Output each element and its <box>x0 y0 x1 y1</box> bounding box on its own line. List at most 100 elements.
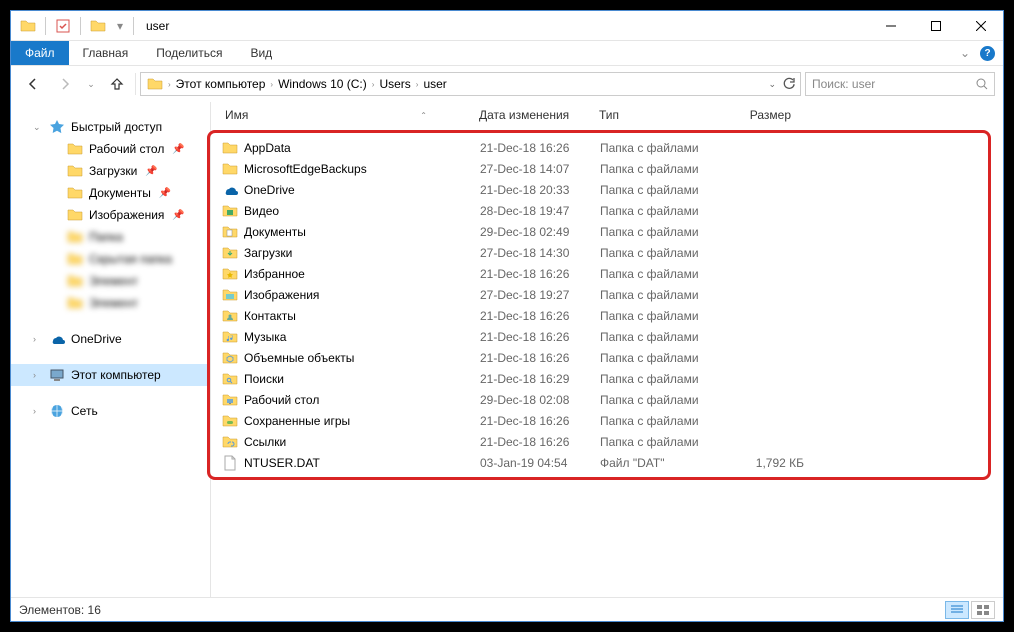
file-row[interactable]: Ссылки21-Dec-18 16:26Папка с файлами <box>210 431 988 452</box>
properties-qat-button[interactable] <box>52 15 74 37</box>
chevron-down-icon[interactable]: ⌄ <box>33 122 41 133</box>
refresh-button[interactable] <box>782 77 796 91</box>
crumb-user[interactable]: user <box>419 73 450 95</box>
recent-locations-button[interactable]: ⌄ <box>83 70 99 98</box>
links-icon <box>222 434 238 450</box>
sidebar-item-label: Документы <box>89 186 151 200</box>
file-type: Папка с файлами <box>600 141 724 155</box>
folder-icon <box>67 295 83 311</box>
file-date: 21-Dec-18 16:26 <box>480 414 600 428</box>
file-type: Папка с файлами <box>600 414 724 428</box>
file-row[interactable]: Рабочий стол29-Dec-18 02:08Папка с файла… <box>210 389 988 410</box>
file-date: 27-Dec-18 14:30 <box>480 246 600 260</box>
file-name: Избранное <box>244 267 480 281</box>
chevron-right-icon[interactable]: › <box>33 406 36 416</box>
sidebar-item-label: Быстрый доступ <box>71 120 162 134</box>
file-row[interactable]: Изображения27-Dec-18 19:27Папка с файлам… <box>210 284 988 305</box>
file-type: Папка с файлами <box>600 204 724 218</box>
nav-separator <box>135 73 136 95</box>
view-large-icons-button[interactable] <box>971 601 995 619</box>
sidebar-quick-item[interactable]: Изображения📌 <box>11 204 210 226</box>
file-type: Папка с файлами <box>600 372 724 386</box>
tab-share[interactable]: Поделиться <box>142 41 236 65</box>
contacts-icon <box>222 308 238 324</box>
crumb-drive-c[interactable]: Windows 10 (C:) <box>274 73 371 95</box>
crumb-this-pc[interactable]: Этот компьютер <box>172 73 270 95</box>
file-row[interactable]: Контакты21-Dec-18 16:26Папка с файлами <box>210 305 988 326</box>
qat-separator <box>133 17 134 35</box>
file-row[interactable]: OneDrive21-Dec-18 20:33Папка с файлами <box>210 179 988 200</box>
back-button[interactable] <box>19 70 47 98</box>
column-header-name[interactable]: Имя⌃ <box>219 108 473 122</box>
file-row[interactable]: NTUSER.DAT03-Jan-19 04:54Файл "DAT"1,792… <box>210 452 988 473</box>
onedrive-icon <box>222 182 238 198</box>
titlebar: ▾ user <box>11 11 1003 41</box>
address-bar[interactable]: › Этот компьютер › Windows 10 (C:) › Use… <box>140 72 801 96</box>
network-icon <box>49 403 65 419</box>
sidebar-item-label: Папка <box>89 230 123 244</box>
file-row[interactable]: Поиски21-Dec-18 16:29Папка с файлами <box>210 368 988 389</box>
address-dropdown-button[interactable]: ⌄ <box>764 79 780 90</box>
new-folder-qat-button[interactable] <box>87 15 109 37</box>
folder-icon <box>222 140 238 156</box>
sidebar-quick-item[interactable]: Папка <box>11 226 210 248</box>
file-name: Объемные объекты <box>244 351 480 365</box>
close-button[interactable] <box>958 11 1003 40</box>
column-header-date[interactable]: Дата изменения <box>473 108 593 122</box>
sidebar-item-label: Элемент <box>89 274 138 288</box>
file-type: Папка с файлами <box>600 351 724 365</box>
file-name: Рабочий стол <box>244 393 480 407</box>
file-row[interactable]: Сохраненные игры21-Dec-18 16:26Папка с ф… <box>210 410 988 431</box>
file-row[interactable]: Видео28-Dec-18 19:47Папка с файлами <box>210 200 988 221</box>
documents-icon <box>222 224 238 240</box>
file-row[interactable]: Музыка21-Dec-18 16:26Папка с файлами <box>210 326 988 347</box>
help-icon[interactable]: ? <box>980 46 995 61</box>
desktop-icon <box>222 392 238 408</box>
forward-button[interactable] <box>51 70 79 98</box>
file-row[interactable]: Избранное21-Dec-18 16:26Папка с файлами <box>210 263 988 284</box>
column-header-size[interactable]: Размер <box>717 108 797 122</box>
tab-home[interactable]: Главная <box>69 41 143 65</box>
tab-file[interactable]: Файл <box>11 41 69 65</box>
sidebar-quick-item[interactable]: Элемент <box>11 292 210 314</box>
sidebar-quick-item[interactable]: Скрытая папка <box>11 248 210 270</box>
highlighted-file-area: AppData21-Dec-18 16:26Папка с файламиMic… <box>207 130 991 480</box>
minimize-button[interactable] <box>868 11 913 40</box>
file-type: Папка с файлами <box>600 267 724 281</box>
sidebar-item-label: Изображения <box>89 208 164 222</box>
pin-icon: 📌 <box>159 188 171 199</box>
file-name: Загрузки <box>244 246 480 260</box>
file-date: 29-Dec-18 02:49 <box>480 225 600 239</box>
sidebar-quick-item[interactable]: Рабочий стол📌 <box>11 138 210 160</box>
column-header-type[interactable]: Тип <box>593 108 717 122</box>
view-details-button[interactable] <box>945 601 969 619</box>
qat-separator <box>45 17 46 35</box>
file-name: Изображения <box>244 288 480 302</box>
maximize-button[interactable] <box>913 11 958 40</box>
qat-customize-button[interactable]: ▾ <box>113 15 127 37</box>
file-row[interactable]: Объемные объекты21-Dec-18 16:26Папка с ф… <box>210 347 988 368</box>
file-type: Папка с файлами <box>600 162 724 176</box>
file-name: Ссылки <box>244 435 480 449</box>
tab-view[interactable]: Вид <box>236 41 286 65</box>
file-row[interactable]: MicrosoftEdgeBackups27-Dec-18 14:07Папка… <box>210 158 988 179</box>
crumb-users[interactable]: Users <box>375 73 414 95</box>
column-headers: Имя⌃ Дата изменения Тип Размер <box>211 102 993 128</box>
up-button[interactable] <box>103 70 131 98</box>
sidebar-this-pc[interactable]: › Этот компьютер <box>11 364 210 386</box>
file-name: OneDrive <box>244 183 480 197</box>
file-row[interactable]: Документы29-Dec-18 02:49Папка с файлами <box>210 221 988 242</box>
chevron-right-icon[interactable]: › <box>33 334 36 344</box>
file-row[interactable]: Загрузки27-Dec-18 14:30Папка с файлами <box>210 242 988 263</box>
sidebar-quick-item[interactable]: Загрузки📌 <box>11 160 210 182</box>
chevron-right-icon[interactable]: › <box>33 370 36 380</box>
file-row[interactable]: AppData21-Dec-18 16:26Папка с файлами <box>210 137 988 158</box>
ribbon-expand-button[interactable]: ⌄ <box>960 46 970 60</box>
sidebar-quick-item[interactable]: Документы 📌 <box>11 182 210 204</box>
sidebar-network[interactable]: › Сеть <box>11 400 210 422</box>
sidebar-onedrive[interactable]: › OneDrive <box>11 328 210 350</box>
search-input[interactable]: Поиск: user <box>805 72 995 96</box>
sidebar-quick-access[interactable]: ⌄ Быстрый доступ <box>11 116 210 138</box>
ribbon-tabs: Файл Главная Поделиться Вид ⌄ ? <box>11 41 1003 66</box>
sidebar-quick-item[interactable]: Элемент <box>11 270 210 292</box>
